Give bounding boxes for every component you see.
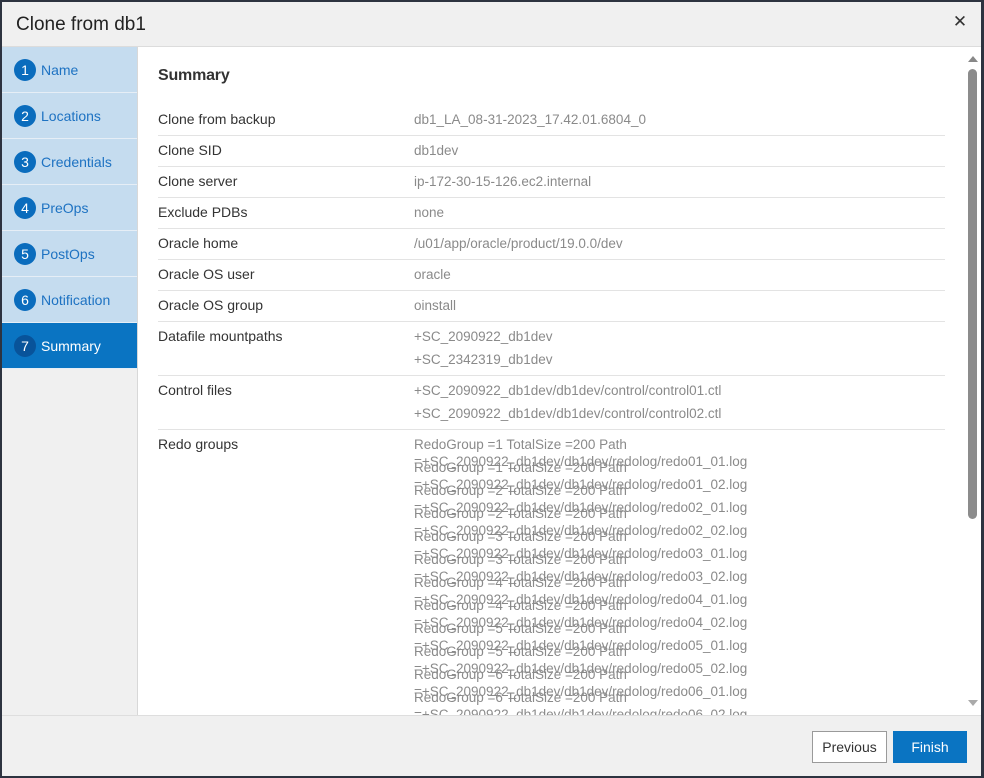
- sidebar-step-notification[interactable]: 6 Notification: [2, 277, 137, 323]
- summary-row: Clone server ip-172-30-15-126.ec2.interna…: [158, 167, 945, 198]
- summary-value-line: +SC_2342319_db1dev: [414, 352, 553, 367]
- summary-value-line: +SC_2090922_db1dev/db1dev/control/contro…: [414, 383, 722, 398]
- summary-row-label: Oracle home: [158, 235, 239, 251]
- summary-value-line: /u01/app/oracle/product/19.0.0/dev: [414, 236, 623, 251]
- summary-row: Redo groups RedoGroup =1 TotalSize =200 P…: [158, 430, 945, 715]
- dialog-footer: Previous Finish: [2, 715, 981, 776]
- clone-dialog: Clone from db1 ✕ 1 Name 2 Locations 3 Cr…: [2, 2, 981, 776]
- sidebar-step-preops[interactable]: 4 PreOps: [2, 185, 137, 231]
- step-number-badge: 6: [14, 289, 36, 311]
- step-label: Notification: [41, 292, 111, 308]
- step-label: PreOps: [41, 200, 89, 216]
- dialog-titlebar: Clone from db1 ✕: [2, 2, 981, 47]
- summary-row-label: Clone SID: [158, 142, 222, 158]
- step-label: Summary: [41, 338, 101, 354]
- close-icon[interactable]: ✕: [951, 12, 969, 32]
- sidebar-step-credentials[interactable]: 3 Credentials: [2, 139, 137, 185]
- vertical-scrollbar[interactable]: [965, 47, 979, 715]
- summary-row: Exclude PDBs none: [158, 198, 945, 229]
- summary-value-line: +SC_2090922_db1dev: [414, 329, 553, 344]
- summary-row-label: Control files: [158, 382, 232, 398]
- summary-row-value: ip-172-30-15-126.ec2.internal: [414, 173, 945, 190]
- sidebar-step-name[interactable]: 1 Name: [2, 47, 137, 93]
- step-label: Name: [41, 62, 79, 78]
- summary-value-line: +SC_2090922_db1dev/db1dev/control/contro…: [414, 406, 722, 421]
- summary-table: Clone from backup db1_LA_08-31-2023_17.42…: [158, 105, 945, 715]
- finish-button[interactable]: Finish: [893, 731, 967, 763]
- summary-value-line: oinstall: [414, 298, 457, 313]
- summary-row-label: Redo groups: [158, 436, 239, 452]
- summary-row-value: +SC_2090922_db1dev +SC_2342319_db1dev: [414, 328, 945, 368]
- step-number-badge: 3: [14, 151, 36, 173]
- step-label: PostOps: [41, 246, 95, 262]
- summary-row: Clone SID db1dev: [158, 136, 945, 167]
- summary-heading: Summary: [158, 67, 230, 84]
- sidebar-step-summary[interactable]: 7 Summary: [2, 323, 137, 369]
- summary-row-value: /u01/app/oracle/product/19.0.0/dev: [414, 235, 945, 252]
- summary-row-label: Clone from backup: [158, 111, 276, 127]
- summary-value-line: db1dev: [414, 143, 459, 158]
- summary-row-label: Datafile mountpaths: [158, 328, 283, 344]
- summary-row-value: oracle: [414, 266, 945, 283]
- summary-row-value: db1dev: [414, 142, 945, 159]
- summary-row: Oracle home/u01/app/oracle/product/19.0.…: [158, 229, 945, 260]
- summary-row-label: Exclude PDBs: [158, 204, 248, 220]
- summary-row: Oracle OS group oinstall: [158, 291, 945, 322]
- summary-value-line: RedoGroup =1 TotalSize =200 Path =+SC_20…: [414, 437, 748, 469]
- step-label: Credentials: [41, 154, 112, 170]
- step-number-badge: 5: [14, 243, 36, 265]
- wizard-steps-sidebar: 1 Name 2 Locations 3 Credentials 4 PreOp…: [2, 47, 138, 715]
- summary-row-value: RedoGroup =1 TotalSize =200 Path =+SC_20…: [414, 436, 945, 715]
- summary-row: Datafile mountpaths +SC_2090922_db1dev +SC…: [158, 322, 945, 376]
- scroll-down-arrow-icon[interactable]: [968, 700, 978, 706]
- step-number-badge: 7: [14, 335, 36, 357]
- summary-row-value: oinstall: [414, 297, 945, 314]
- summary-row-label: Oracle OS group: [158, 297, 264, 313]
- summary-row: Control files +SC_2090922_db1dev/db1dev/c…: [158, 376, 945, 430]
- summary-value-line: db1_LA_08-31-2023_17.42.01.6804_0: [414, 112, 646, 127]
- sidebar-step-locations[interactable]: 2 Locations: [2, 93, 137, 139]
- summary-row-label: Clone server: [158, 173, 238, 189]
- summary-value-line: none: [414, 205, 445, 220]
- summary-row: Clone from backup db1_LA_08-31-2023_17.42…: [158, 105, 945, 136]
- scroll-up-arrow-icon[interactable]: [968, 56, 978, 62]
- summary-value-line: ip-172-30-15-126.ec2.internal: [414, 174, 592, 189]
- step-number-badge: 2: [14, 105, 36, 127]
- summary-panel: Summary Clone from backup db1_LA_08-31-20…: [138, 47, 981, 715]
- summary-row-value: db1_LA_08-31-2023_17.42.01.6804_0: [414, 111, 945, 128]
- summary-row-value: none: [414, 204, 945, 221]
- previous-button[interactable]: Previous: [812, 731, 887, 763]
- summary-value-line: oracle: [414, 267, 451, 282]
- sidebar-step-postops[interactable]: 5 PostOps: [2, 231, 137, 277]
- summary-row-value: +SC_2090922_db1dev/db1dev/control/contro…: [414, 382, 945, 422]
- dialog-title: Clone from db1: [16, 14, 146, 35]
- summary-row: Oracle OS user oracle: [158, 260, 945, 291]
- step-number-badge: 4: [14, 197, 36, 219]
- step-number-badge: 1: [14, 59, 36, 81]
- scrollbar-thumb[interactable]: [968, 69, 977, 519]
- summary-row-label: Oracle OS user: [158, 266, 255, 282]
- step-label: Locations: [41, 108, 101, 124]
